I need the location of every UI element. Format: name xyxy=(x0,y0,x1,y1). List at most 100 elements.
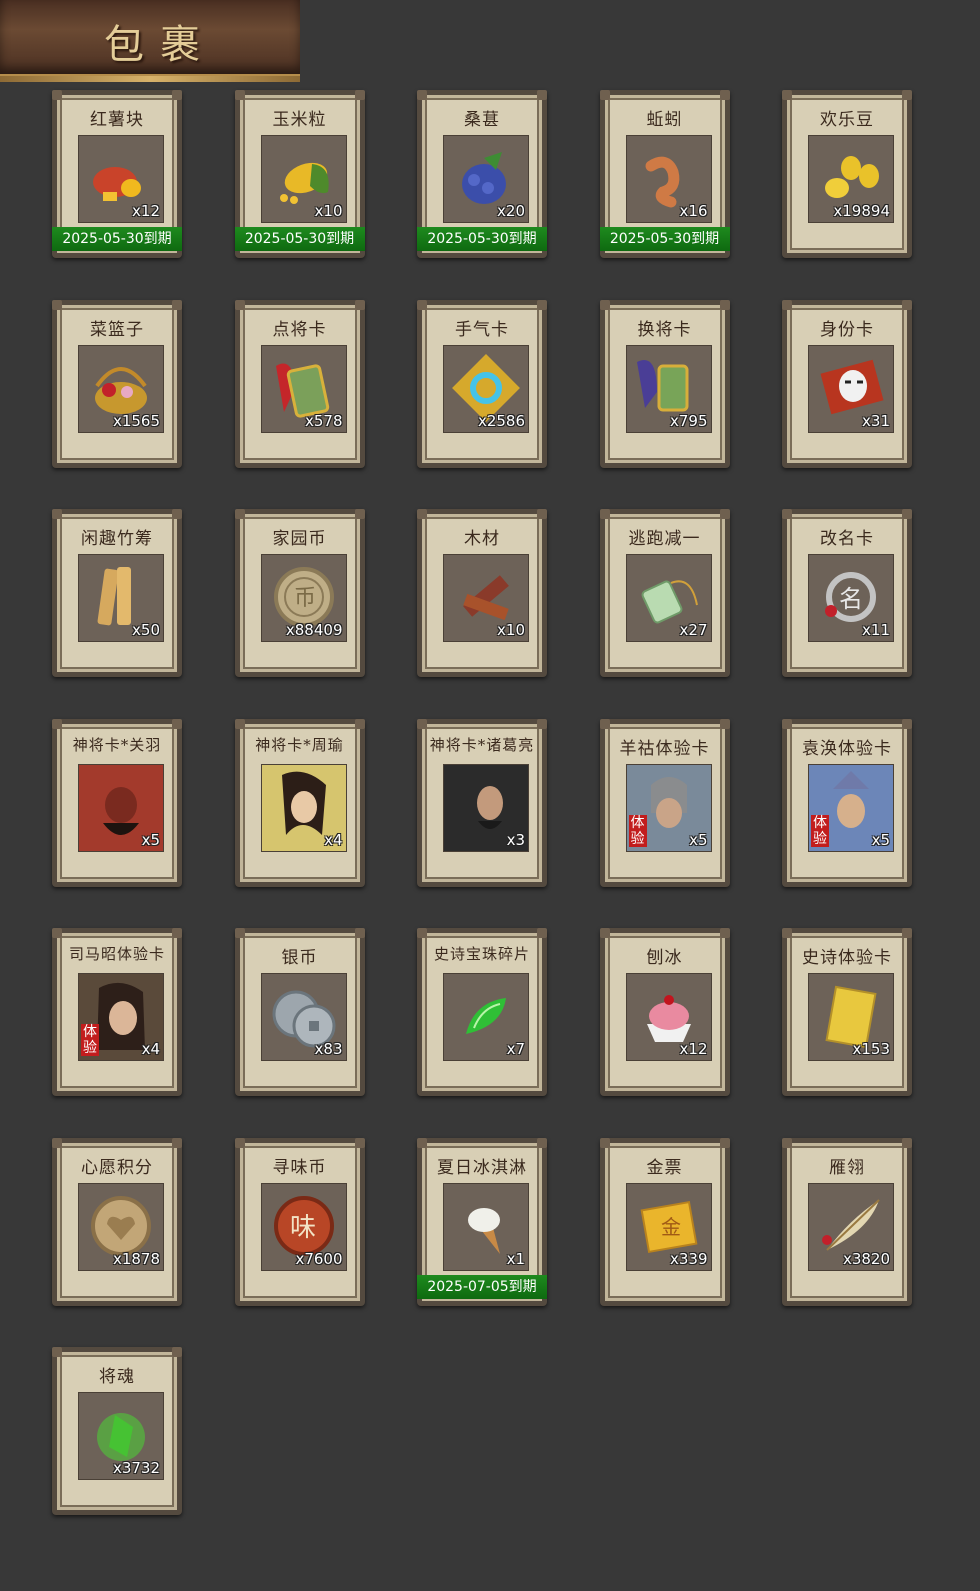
item-count: x1 xyxy=(506,1249,525,1268)
item-slot: 味 x7600 xyxy=(260,1182,347,1271)
item-name: 家园币 xyxy=(272,529,327,549)
item-card[interactable]: 手气卡 x2586 xyxy=(417,299,547,468)
item-slot: x4 xyxy=(260,763,347,852)
item-slot: x16 xyxy=(625,135,712,223)
item-card[interactable]: 银币 x83 xyxy=(234,928,365,1096)
item-slot: x20 xyxy=(443,135,529,223)
item-name: 羊祜体验卡 xyxy=(619,738,710,759)
item-card[interactable]: 家园币币 x88409 xyxy=(234,509,365,677)
item-slot: x31 xyxy=(808,344,894,433)
item-name: 神将卡*诸葛亮 xyxy=(429,735,535,754)
item-count: x10 xyxy=(497,621,525,639)
item-card[interactable]: 欢乐豆 x19894 xyxy=(782,90,912,258)
item-count: x339 xyxy=(669,1249,708,1268)
item-slot: x7 xyxy=(443,973,529,1061)
item-slot: x50 xyxy=(78,554,164,642)
item-slot: x3732 xyxy=(78,1392,164,1480)
item-count: x88409 xyxy=(285,621,343,639)
item-slot: x795 xyxy=(625,344,712,433)
item-card[interactable]: 菜篮子 x1565 xyxy=(52,299,182,468)
page-title: 包裹 xyxy=(104,22,216,68)
item-name: 蚯蚓 xyxy=(646,110,683,130)
item-count: x3732 xyxy=(112,1459,160,1477)
item-name: 换将卡 xyxy=(637,319,692,340)
item-slot: x2586 xyxy=(443,344,529,433)
svg-text:名: 名 xyxy=(839,585,863,613)
item-card[interactable]: 换将卡 x795 xyxy=(599,299,730,468)
item-card[interactable]: 桑葚 x20 2025-05-30到期 xyxy=(417,90,547,258)
item-name: 神将卡*关羽 xyxy=(72,735,162,754)
item-card[interactable]: 夏日冰淇淋 x1 2025-07-05到期 xyxy=(417,1137,547,1306)
item-card[interactable]: 袁涣体验卡 体验 x5 xyxy=(782,718,912,887)
item-card[interactable]: 木材 x10 xyxy=(417,509,547,677)
item-count: x12 xyxy=(679,1040,708,1058)
item-name: 寻味币 xyxy=(272,1157,327,1178)
item-count: x1565 xyxy=(112,411,160,430)
item-card[interactable]: 闲趣竹筹 x50 xyxy=(52,509,182,677)
item-card[interactable]: 史诗宝珠碎片 x7 xyxy=(417,928,547,1096)
svg-text:币: 币 xyxy=(294,586,316,611)
item-slot: 体验 x5 xyxy=(625,763,712,852)
item-name: 司马昭体验卡 xyxy=(68,945,165,963)
item-count: x16 xyxy=(679,202,708,220)
item-name: 闲趣竹筹 xyxy=(81,529,153,549)
item-card[interactable]: 蚯蚓 x16 2025-05-30到期 xyxy=(599,90,730,258)
item-count: x2586 xyxy=(477,411,525,430)
trial-badge: 体验 xyxy=(811,814,829,847)
expire-banner: 2025-07-05到期 xyxy=(417,1274,547,1299)
item-name: 手气卡 xyxy=(455,319,509,340)
item-slot: x12 xyxy=(625,973,712,1061)
expire-banner: 2025-05-30到期 xyxy=(599,227,730,251)
item-card[interactable]: 羊祜体验卡体验 x5 xyxy=(599,718,730,887)
item-card[interactable]: 玉米粒 x10 2025-05-30到期 xyxy=(234,90,365,258)
item-count: x12 xyxy=(132,202,160,220)
item-slot: x5 xyxy=(78,763,164,852)
item-name: 史诗体验卡 xyxy=(802,948,892,968)
item-slot: 体验 x5 xyxy=(808,763,894,852)
item-card[interactable]: 金票金 x339 xyxy=(599,1137,730,1306)
trial-badge: 体验 xyxy=(81,1024,99,1056)
item-name: 玉米粒 xyxy=(272,110,327,130)
item-name: 刨冰 xyxy=(646,948,683,968)
item-card[interactable]: 刨冰 x12 xyxy=(599,928,730,1096)
item-count: x795 xyxy=(669,411,708,430)
item-count: x153 xyxy=(852,1040,890,1058)
item-count: x5 xyxy=(871,830,890,849)
item-card[interactable]: 将魂 x3732 xyxy=(52,1347,182,1515)
item-name: 身份卡 xyxy=(820,319,874,340)
item-slot: x10 xyxy=(260,135,347,223)
item-name: 桑葚 xyxy=(464,110,500,130)
item-count: x19894 xyxy=(833,202,890,220)
item-slot: x578 xyxy=(260,344,347,433)
item-name: 欢乐豆 xyxy=(820,110,874,130)
item-count: x5 xyxy=(141,830,160,849)
item-card[interactable]: 点将卡 x578 xyxy=(234,299,365,468)
item-card[interactable]: 心愿积分 x1878 xyxy=(52,1137,182,1306)
item-count: x27 xyxy=(679,621,708,639)
item-slot: 币 x88409 xyxy=(260,554,347,642)
item-card[interactable]: 改名卡名 x11 xyxy=(782,509,912,677)
title-bar: 包裹 xyxy=(0,0,300,82)
item-slot: x153 xyxy=(808,973,894,1061)
item-count: x4 xyxy=(324,830,343,849)
item-card[interactable]: 雁翎 x3820 xyxy=(782,1137,912,1306)
item-slot: x1565 xyxy=(78,344,164,433)
item-count: x1878 xyxy=(112,1249,160,1268)
item-card[interactable]: 司马昭体验卡 体验 x4 xyxy=(52,928,182,1096)
item-card[interactable]: 身份卡 x31 xyxy=(782,299,912,468)
item-name: 雁翎 xyxy=(829,1157,865,1178)
item-count: x83 xyxy=(314,1040,343,1058)
item-card[interactable]: 红薯块 x12 2025-05-30到期 xyxy=(52,90,182,258)
item-slot: x12 xyxy=(78,135,164,223)
item-card[interactable]: 史诗体验卡 x153 xyxy=(782,928,912,1096)
item-card[interactable]: 寻味币味 x7600 xyxy=(234,1137,365,1306)
item-card[interactable]: 神将卡*周瑜 x4 xyxy=(234,718,365,887)
item-count: x20 xyxy=(497,202,525,220)
item-name: 史诗宝珠碎片 xyxy=(433,945,530,963)
item-slot: x1878 xyxy=(78,1182,164,1271)
item-slot: x83 xyxy=(260,973,347,1061)
item-card[interactable]: 神将卡*诸葛亮 x3 xyxy=(417,718,547,887)
item-slot: x27 xyxy=(625,554,712,642)
item-card[interactable]: 逃跑减一 x27 xyxy=(599,509,730,677)
item-card[interactable]: 神将卡*关羽 x5 xyxy=(52,718,182,887)
